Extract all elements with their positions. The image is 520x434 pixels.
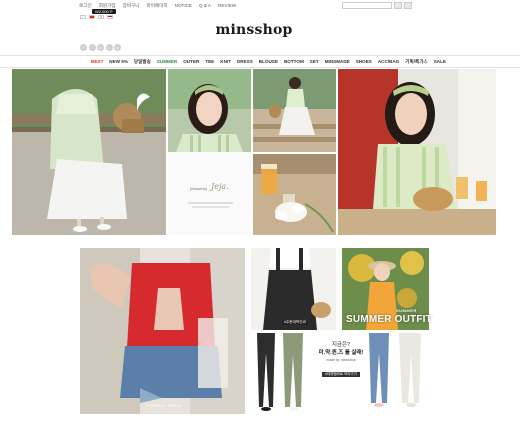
search-button[interactable] (394, 2, 402, 9)
flag-usa-icon[interactable] (107, 15, 113, 19)
nav-tee[interactable]: TEE (205, 58, 214, 66)
flag-china-icon[interactable] (89, 15, 95, 19)
summer-outfit-headline: SUMMER SUMMER OUTFIT (346, 308, 432, 325)
summer-outfit-text: SUMMER OUTFIT (346, 314, 432, 325)
nav-blouse[interactable]: BLOUSE (259, 58, 278, 66)
signature-script-text: Jeja. (211, 182, 229, 191)
hero-photo-cafe[interactable] (338, 69, 496, 235)
mypage-link[interactable]: 마이페이지 (147, 2, 168, 10)
promo-line-1: 지금은? (331, 342, 351, 348)
twitter-icon[interactable]: t (105, 44, 113, 51)
nav-special[interactable]: 기획/특가스 (405, 58, 427, 66)
nav-summer[interactable]: SUMMER (157, 58, 177, 66)
blog-icon[interactable]: b (97, 44, 104, 51)
summer-outfit-pre: SUMMER (396, 308, 417, 313)
hero-signature-card: [minsshop] Jeja. (168, 152, 251, 235)
promo-view-button[interactable]: #데뷔템바로 보러가기 (322, 372, 360, 377)
signature-fine-print (188, 202, 233, 204)
tile-overall-dress[interactable] (251, 248, 336, 330)
social-icons: f i b t y (80, 44, 121, 51)
flag-korea-icon[interactable] (80, 15, 86, 19)
hero-photo-portrait[interactable] (168, 69, 251, 152)
coming-soon-caption: COMING SOON (146, 403, 182, 408)
nav-sale[interactable]: SALE (434, 58, 446, 66)
facebook-icon[interactable]: f (80, 44, 87, 51)
review-link[interactable]: REVIEW (218, 2, 236, 10)
nav-dress[interactable]: DRESS (237, 58, 253, 66)
nav-best[interactable]: BEST (91, 58, 103, 66)
youtube-icon[interactable]: y (114, 44, 121, 51)
hero-photo-bench[interactable] (12, 69, 166, 235)
hero-photo-steps[interactable] (253, 69, 336, 152)
language-flags (80, 15, 113, 19)
notice-link[interactable]: NOTICE (175, 2, 192, 10)
nav-top-divider (0, 55, 520, 56)
nav-bottom[interactable]: BOTTOM (284, 58, 304, 66)
promo-line-2: 미.약.퀸.즈 를 살래! (318, 350, 364, 356)
main-nav: BEST NEW 5% 당일발송 SUMMER OUTER TEE KNIT D… (91, 58, 446, 66)
tile-red-top[interactable] (80, 248, 245, 414)
nav-same-day[interactable]: 당일발송 (134, 58, 151, 66)
point-badge: W2,000 P (92, 9, 116, 14)
promo-made-by: made by minsshop (326, 358, 356, 362)
login-link[interactable]: 로그인 (79, 2, 92, 10)
nav-knit[interactable]: KNIT (220, 58, 231, 66)
search-input[interactable] (342, 2, 392, 9)
flag-japan-icon[interactable] (98, 15, 104, 19)
qna-link[interactable]: Q & A (199, 2, 211, 10)
nav-bottom-divider (0, 67, 520, 68)
nav-outer[interactable]: OUTER (183, 58, 199, 66)
overall-tag: #주문대박인싸 (282, 320, 308, 325)
hero-photo-drinks[interactable] (253, 154, 336, 235)
promo-text-block: 지금은? 미.약.퀸.즈 를 살래! made by minsshop #데뷔템… (303, 340, 379, 380)
instagram-icon[interactable]: i (88, 44, 96, 51)
signature-fine-print-2 (192, 206, 229, 208)
nav-acc-bag[interactable]: ACC/BAG (378, 58, 399, 66)
nav-set[interactable]: SET (310, 58, 319, 66)
site-logo[interactable]: minsshop (0, 22, 508, 38)
nav-new[interactable]: NEW 5% (109, 58, 128, 66)
signature-brand-text: [minsshop] (190, 187, 207, 191)
cart-link[interactable]: 장바구니 (123, 2, 140, 10)
nav-shoes[interactable]: SHOES (356, 58, 372, 66)
search-area (342, 2, 412, 9)
nav-minsmade[interactable]: MINSMADE (325, 58, 350, 66)
close-icon[interactable] (404, 2, 412, 9)
